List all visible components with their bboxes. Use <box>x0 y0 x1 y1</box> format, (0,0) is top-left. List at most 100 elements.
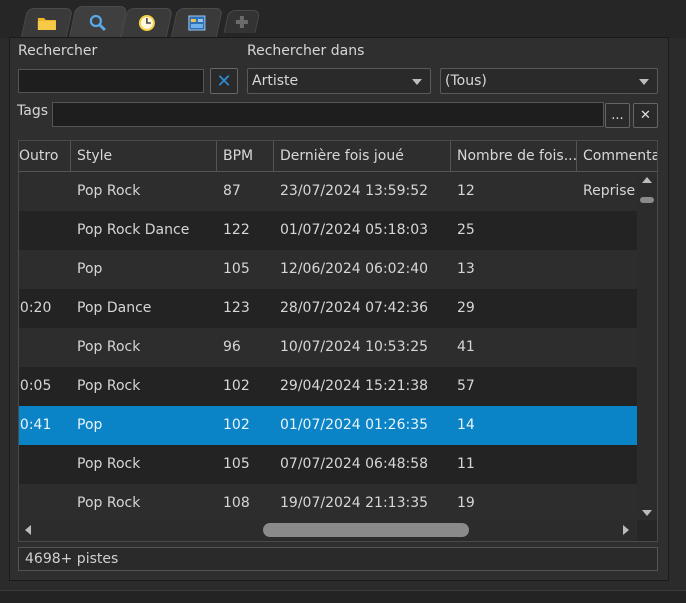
cell-bpm: 105 <box>223 456 250 472</box>
cell-bpm: 123 <box>223 300 250 316</box>
clear-icon: ✕ <box>216 70 232 92</box>
cell-comment <box>583 367 643 406</box>
table-row[interactable]: 00:20 Pop Dance 123 28/07/2024 07:42:36 29 <box>19 289 637 328</box>
tags-input[interactable] <box>52 102 604 127</box>
table-row[interactable]: Pop 105 12/06/2024 06:02:40 13 <box>19 250 637 289</box>
add-tab-icon <box>235 16 248 28</box>
status-bar: 4698+ pistes <box>18 547 658 571</box>
cell-outro <box>19 172 69 211</box>
cell-outro: 00:41 <box>19 417 52 433</box>
scroll-up-icon[interactable] <box>642 177 652 183</box>
search-label: Rechercher <box>18 43 98 59</box>
table-row[interactable]: 00:05 Pop Rock 102 29/04/2024 15:21:38 57 <box>19 367 637 406</box>
tags-label: Tags <box>17 103 48 119</box>
cell-play-count: 29 <box>457 300 475 316</box>
tab-panel[interactable] <box>170 8 224 37</box>
cell-comment <box>583 289 643 328</box>
cell-play-count: 19 <box>457 495 475 511</box>
search-input[interactable] <box>18 69 204 93</box>
column-header-play-count[interactable]: Nombre de fois... <box>451 141 577 172</box>
search-field-select[interactable]: Artiste <box>247 68 431 94</box>
cell-comment <box>583 211 643 250</box>
table-row[interactable]: 00:41 Pop 102 01/07/2024 01:26:35 14 <box>19 406 637 445</box>
table-row[interactable]: Pop Rock 108 19/07/2024 21:13:35 19 <box>19 484 637 523</box>
cell-style: Pop Rock <box>77 495 141 511</box>
cell-comment <box>583 328 643 367</box>
tab-search[interactable] <box>68 6 128 39</box>
tab-history[interactable] <box>120 8 174 37</box>
cell-style: Pop Rock Dance <box>77 222 190 238</box>
cell-outro <box>19 328 69 367</box>
cell-play-count: 57 <box>457 378 475 394</box>
cell-style: Pop <box>77 417 103 433</box>
tab-bar <box>0 0 686 39</box>
column-header-bpm[interactable]: BPM <box>217 141 274 172</box>
cell-style: Pop <box>77 261 103 277</box>
table-row[interactable]: Pop Rock Dance 122 01/07/2024 05:18:03 25 <box>19 211 637 250</box>
cell-play-count: 14 <box>457 417 475 433</box>
folder-icon <box>37 18 56 30</box>
scroll-down-icon[interactable] <box>642 510 652 516</box>
tracks-table: Outro Style BPM Dernière fois joué Nombr… <box>18 140 658 542</box>
cell-bpm: 122 <box>223 222 250 238</box>
column-header-outro[interactable]: Outro <box>19 141 71 172</box>
cell-outro <box>19 484 69 523</box>
search-field-value: Artiste <box>252 73 299 89</box>
cell-play-count: 25 <box>457 222 475 238</box>
cell-bpm: 108 <box>223 495 250 511</box>
tab-add[interactable] <box>223 10 261 33</box>
table-row[interactable]: Pop Rock 96 10/07/2024 10:53:25 41 <box>19 328 637 367</box>
horizontal-scrollbar[interactable] <box>19 519 637 541</box>
cell-play-count: 41 <box>457 339 475 355</box>
cell-style: Pop Rock <box>77 456 141 472</box>
vertical-scroll-thumb[interactable] <box>640 197 654 203</box>
tags-browse-button[interactable]: ... <box>605 103 630 128</box>
cell-comment <box>583 406 643 445</box>
cell-play-count: 11 <box>457 456 475 472</box>
scope-value: (Tous) <box>445 73 487 89</box>
cell-style: Pop Dance <box>77 300 152 316</box>
scope-select[interactable]: (Tous) <box>440 68 658 94</box>
table-row[interactable]: Pop Rock 105 07/07/2024 06:48:58 11 <box>19 445 637 484</box>
tab-folder[interactable] <box>20 8 74 37</box>
tags-clear-button[interactable]: ✕ <box>633 103 658 128</box>
cell-bpm: 96 <box>223 339 241 355</box>
chevron-down-icon <box>639 79 649 85</box>
clear-search-button[interactable]: ✕ <box>210 68 238 94</box>
cell-bpm: 102 <box>223 378 250 394</box>
cell-style: Pop Rock <box>77 183 141 199</box>
clock-icon <box>138 15 155 31</box>
scroll-left-icon[interactable] <box>25 525 31 535</box>
search-icon <box>89 14 106 32</box>
cell-last-played: 10/07/2024 10:53:25 <box>280 339 429 355</box>
cell-outro: 00:20 <box>19 300 52 316</box>
table-row[interactable]: Pop Rock 87 23/07/2024 13:59:52 12 Reprise S <box>19 172 643 211</box>
cell-last-played: 12/06/2024 06:02:40 <box>280 261 429 277</box>
column-header-comment[interactable]: Commentai <box>577 141 657 172</box>
column-header-style[interactable]: Style <box>71 141 217 172</box>
scroll-right-icon[interactable] <box>623 525 629 535</box>
cell-outro: 00:05 <box>19 378 52 394</box>
grid-panel-icon <box>188 15 206 31</box>
cell-last-played: 01/07/2024 01:26:35 <box>280 417 429 433</box>
vertical-scrollbar[interactable] <box>637 172 657 520</box>
cell-bpm: 87 <box>223 183 241 199</box>
cell-last-played: 28/07/2024 07:42:36 <box>280 300 429 316</box>
cell-bpm: 102 <box>223 417 250 433</box>
cell-last-played: 07/07/2024 06:48:58 <box>280 456 429 472</box>
cell-bpm: 105 <box>223 261 250 277</box>
cell-last-played: 29/04/2024 15:21:38 <box>280 378 429 394</box>
cell-last-played: 01/07/2024 05:18:03 <box>280 222 429 238</box>
column-header-last-played[interactable]: Dernière fois joué <box>274 141 451 172</box>
cell-outro <box>19 445 69 484</box>
cell-style: Pop Rock <box>77 378 141 394</box>
cell-last-played: 23/07/2024 13:59:52 <box>280 183 429 199</box>
cell-comment <box>583 250 643 289</box>
cell-play-count: 12 <box>457 183 475 199</box>
horizontal-scroll-thumb[interactable] <box>263 523 469 537</box>
cell-outro <box>19 211 69 250</box>
cell-play-count: 13 <box>457 261 475 277</box>
search-in-label: Rechercher dans <box>247 43 365 59</box>
cell-outro <box>19 250 69 289</box>
bottom-panel-edge <box>0 590 686 603</box>
